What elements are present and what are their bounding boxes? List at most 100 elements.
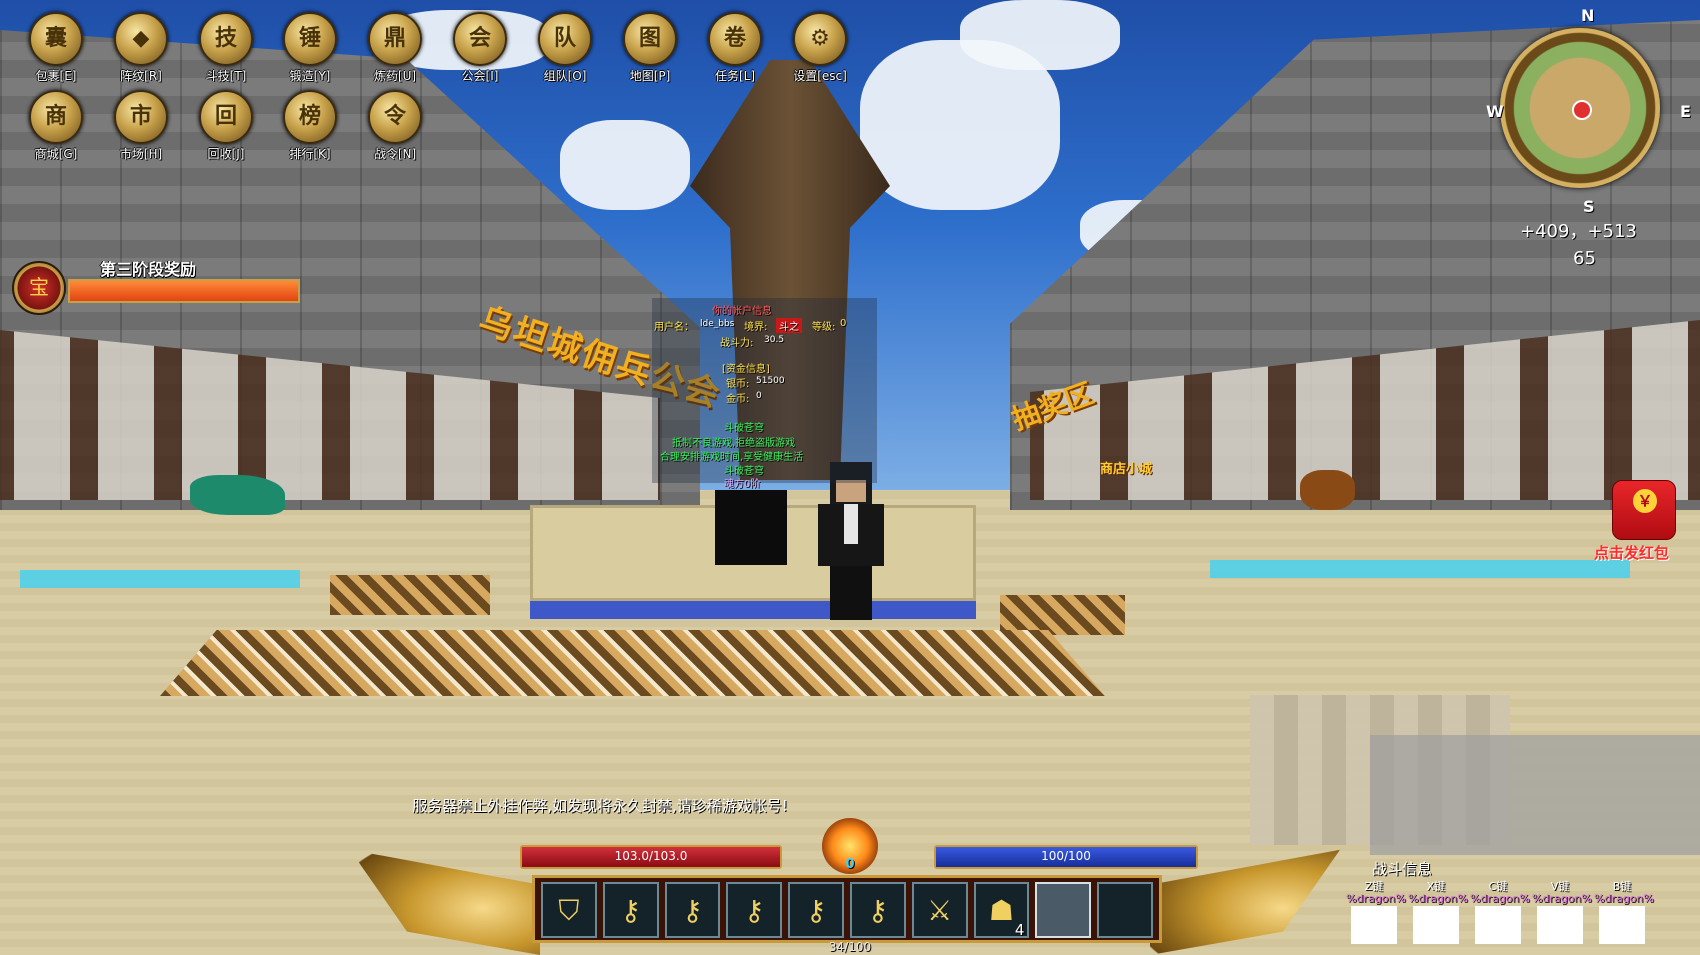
menu-button-quest[interactable]: 卷任务[L] xyxy=(697,12,773,84)
skill-box[interactable] xyxy=(1351,906,1397,944)
menu-button-ranking[interactable]: 榜排行[K] xyxy=(272,90,348,162)
menu-button-battle-pass[interactable]: 令战令[N] xyxy=(357,90,433,162)
skill-box[interactable] xyxy=(1413,906,1459,944)
flame-value: 0 xyxy=(845,857,855,872)
skill-slot[interactable]: V键 %dragon% xyxy=(1532,878,1592,944)
hotbar-gold-key-slot[interactable]: ⚷ xyxy=(788,882,844,938)
player-character[interactable] xyxy=(818,462,884,620)
item-quantity: 4 xyxy=(1014,921,1025,939)
server-title: 斗破苍穹 xyxy=(724,423,764,434)
menu-button-market[interactable]: 市市场[H] xyxy=(103,90,179,162)
forge-icon: 锤 xyxy=(283,12,337,66)
water-channel xyxy=(1210,560,1630,578)
skill-box[interactable] xyxy=(1537,906,1583,944)
mana-text: 100/100 xyxy=(1041,849,1091,863)
skill-slot[interactable]: C键 %dragon% xyxy=(1470,878,1530,944)
menu-button-skill[interactable]: 技斗技[T] xyxy=(188,12,264,84)
shop-sign: 商店小城 xyxy=(1100,462,1153,477)
skill-box[interactable] xyxy=(1475,906,1521,944)
account-header: 你的帐户信息 xyxy=(712,306,772,317)
black-block xyxy=(715,490,787,565)
menu-button-map[interactable]: 图地图[P] xyxy=(612,12,688,84)
hotbar-yellow-key-slot[interactable]: ⚷ xyxy=(664,882,721,938)
mana-bar: 100/100 xyxy=(934,845,1198,869)
map-icon: 图 xyxy=(623,12,677,66)
formation-icon: ◆ xyxy=(114,12,168,66)
power-value: 30.5 xyxy=(764,335,785,345)
stage-reward-bar xyxy=(68,279,300,303)
skill-name: %dragon% xyxy=(1594,892,1654,905)
player-face xyxy=(836,480,866,502)
hotbar-empty-slot-selected[interactable] xyxy=(1035,882,1092,938)
username-label: 用户名： xyxy=(654,322,694,333)
hotbar-large-gold-key-slot[interactable]: ⚷ xyxy=(849,882,906,938)
water-channel xyxy=(20,570,300,588)
treasure-chest-icon[interactable]: 宝 xyxy=(12,261,66,315)
skill-name: %dragon% xyxy=(1532,892,1592,905)
hotbar-empty-slot[interactable] xyxy=(1097,882,1153,938)
skill-slot[interactable]: X键 %dragon% xyxy=(1408,878,1468,944)
health-notice-1: 抵制不良游戏,拒绝盗版游戏 xyxy=(672,438,796,449)
brown-creature[interactable] xyxy=(1300,470,1355,510)
skill-slot[interactable]: Z键 %dragon% xyxy=(1346,878,1406,944)
menu-label: 包裹[E] xyxy=(35,69,77,83)
health-notice-2: 合理安排游戏时间,享受健康生活 xyxy=(660,452,804,463)
menu-button-team[interactable]: 队组队[O] xyxy=(527,12,603,84)
menu-button-alchemy[interactable]: 鼎炼药[U] xyxy=(357,12,433,84)
health-bar: 103.0/103.0 xyxy=(520,845,782,869)
menu-button-gear[interactable]: ⚙ 设置[esc] xyxy=(782,12,858,84)
menu-button-guild[interactable]: 会公会[I] xyxy=(442,12,518,84)
red-envelope-button[interactable]: ￥ xyxy=(1612,480,1676,540)
realm-value: 斗之 xyxy=(776,318,802,333)
menu-label: 设置[esc] xyxy=(793,69,847,83)
menu-label: 战令[N] xyxy=(373,147,417,161)
level-value: 0 xyxy=(840,318,847,329)
stage-reward-title: 第三阶段奖励 xyxy=(100,260,197,279)
menu-label: 锻造[Y] xyxy=(289,69,331,83)
stage-reward[interactable]: 宝 第三阶段奖励 xyxy=(12,253,300,315)
menu-label: 回收[J] xyxy=(207,147,245,161)
team-icon: 队 xyxy=(538,12,592,66)
username-value: lde_bbs xyxy=(700,319,735,329)
gold-key-icon: ⚷ xyxy=(805,894,827,927)
menu-button-formation[interactable]: ◆ 阵纹[R] xyxy=(103,12,179,84)
market-icon: 市 xyxy=(114,90,168,144)
recycle-icon: 回 xyxy=(199,90,253,144)
hotbar-blue-key-slot[interactable]: ⚷ xyxy=(726,882,783,938)
hotbar: ⛉ ⚷ ⚷ ⚷ ⚷ ⚷ ⚔ ☗ 4 xyxy=(532,875,1162,943)
hotbar-mask-slot[interactable]: ☗ 4 xyxy=(973,882,1030,939)
glowstone-carpet xyxy=(160,630,1105,696)
large-gold-key-icon: ⚷ xyxy=(867,894,889,927)
quest-icon: 卷 xyxy=(708,12,762,66)
menu-button-forge[interactable]: 锤锻造[Y] xyxy=(272,12,348,84)
green-creature[interactable] xyxy=(190,475,285,515)
health-text: 103.0/103.0 xyxy=(614,849,688,863)
mask-icon: ☗ xyxy=(988,894,1015,927)
skill-slot[interactable]: B键 %dragon% xyxy=(1594,878,1654,944)
menu-button-recycle[interactable]: 回回收[J] xyxy=(188,90,264,162)
experience-text: 34/100 xyxy=(828,940,872,954)
gear-icon: ⚙ xyxy=(793,12,847,66)
shop-icon: 商 xyxy=(29,90,83,144)
stage-reward-fill xyxy=(70,281,298,301)
hotbar-sword-slot[interactable]: ⚔ xyxy=(911,882,968,938)
player-legs xyxy=(830,566,872,620)
yuan-coin-icon: ￥ xyxy=(1633,489,1657,513)
height-value: 65 xyxy=(1573,248,1596,269)
menu-label: 公会[I] xyxy=(461,69,499,83)
red-envelope-label[interactable]: 点击发红包 xyxy=(1594,542,1669,563)
footer-line: 魂方0阶 xyxy=(724,479,761,490)
hotbar-golden-key-slot[interactable]: ⚷ xyxy=(602,882,659,938)
shield-icon: ⛉ xyxy=(558,894,580,927)
menu-button-backpack[interactable]: 囊包裹[E] xyxy=(18,12,94,84)
minimap[interactable] xyxy=(1500,28,1660,188)
held-item-blur xyxy=(1370,735,1700,855)
info-board: 你的帐户信息 用户名： lde_bbs 境界: 斗之 等级: 0 战斗力: 30… xyxy=(652,298,877,490)
gold-label: 金币: xyxy=(726,394,750,405)
menu-label: 斗技[T] xyxy=(205,69,247,83)
level-label: 等级: xyxy=(812,322,836,333)
skill-box[interactable] xyxy=(1599,906,1645,944)
sword-icon: ⚔ xyxy=(927,894,953,927)
menu-button-shop[interactable]: 商商城[G] xyxy=(18,90,94,162)
hotbar-shield-slot[interactable]: ⛉ xyxy=(541,882,597,938)
